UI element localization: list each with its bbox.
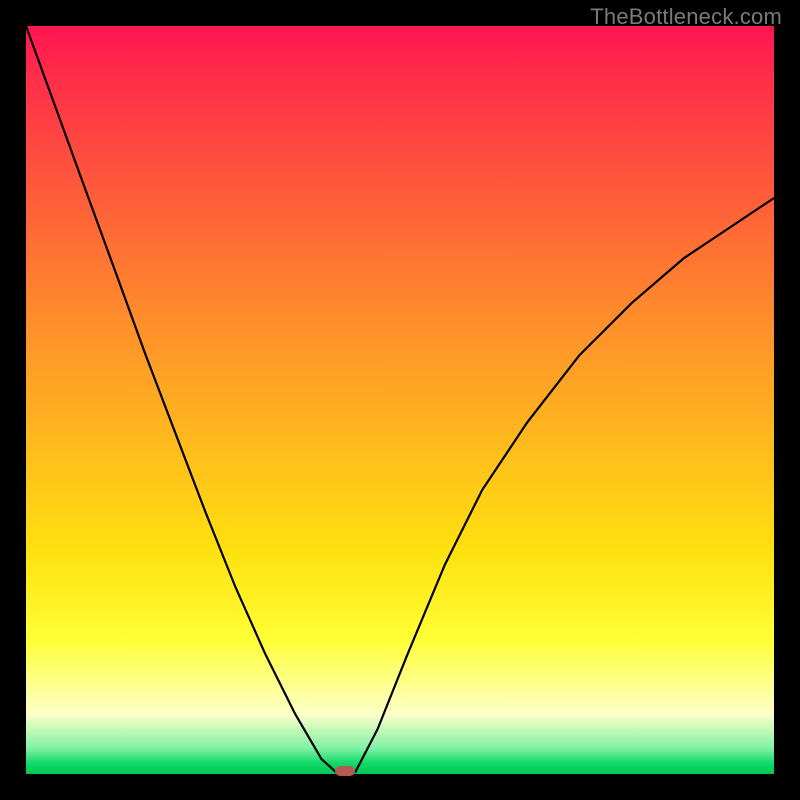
curve-left-branch bbox=[26, 26, 336, 773]
plot-area bbox=[26, 26, 774, 774]
chart-frame: TheBottleneck.com bbox=[0, 0, 800, 800]
curve-right-branch bbox=[355, 198, 774, 773]
optimum-marker bbox=[335, 766, 355, 776]
bottleneck-curve bbox=[26, 26, 774, 774]
